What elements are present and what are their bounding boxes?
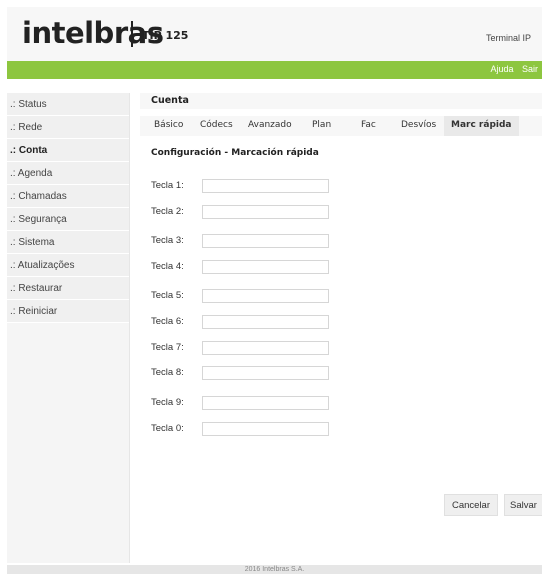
tab-marc-rapida[interactable]: Marc rápida [444,116,519,136]
key-label: Tecla 1: [151,180,184,191]
sidebar-item-label: .: Segurança [10,213,67,225]
key-label: Tecla 2: [151,206,184,217]
speed-dial-row: Tecla 0: [151,422,351,436]
sidebar-item-status[interactable]: .: Status [7,93,129,116]
sidebar-item-chamadas[interactable]: .: Chamadas [7,185,129,208]
top-links: Ajuda Sair [484,64,538,74]
speed-dial-row: Tecla 3: [151,234,351,248]
sidebar-item-label: .: Agenda [10,167,53,179]
key-4-input[interactable] [202,260,329,274]
cancel-button[interactable]: Cancelar [444,494,498,516]
sidebar-item-atualizacoes[interactable]: .: Atualizações [7,254,129,277]
section-title: Cuenta [140,93,542,109]
key-label: Tecla 9: [151,397,184,408]
key-2-input[interactable] [202,205,329,219]
sidebar-item-conta[interactable]: .: Conta [7,139,129,162]
sidebar-item-label: .: Restaurar [10,282,63,294]
key-label: Tecla 4: [151,261,184,272]
sidebar-item-agenda[interactable]: .: Agenda [7,162,129,185]
form-subtitle: Configuración - Marcación rápida [151,148,319,158]
tab-avanzado[interactable]: Avanzado [248,116,292,136]
footer: 2016 Intelbras S.A. [7,565,542,574]
product-name: TIP 125 [142,29,189,42]
key-label: Tecla 6: [151,316,184,327]
key-1-input[interactable] [202,179,329,193]
sidebar-item-label: .: Conta [10,144,48,156]
save-button[interactable]: Salvar [504,494,542,516]
logo-divider [131,21,133,47]
key-label: Tecla 5: [151,290,184,301]
speed-dial-row: Tecla 9: [151,396,351,410]
key-8-input[interactable] [202,366,329,380]
header: intelbras TIP 125 Terminal IP [7,7,542,61]
sidebar-item-restaurar[interactable]: .: Restaurar [7,277,129,300]
speed-dial-row: Tecla 2: [151,205,351,219]
speed-dial-row: Tecla 6: [151,315,351,329]
copyright-text: 2016 Intelbras S.A. [244,566,305,573]
key-9-input[interactable] [202,396,329,410]
sidebar-item-label: .: Chamadas [10,190,67,202]
tab-basico[interactable]: Básico [154,116,183,136]
exit-link[interactable]: Sair [522,64,538,74]
main-content: Cuenta Básico Códecs Avanzado Plan Fac D… [140,93,542,563]
sidebar-item-label: .: Atualizações [10,259,75,271]
sidebar: .: Status .: Rede .: Conta .: Agenda .: … [7,93,130,563]
sidebar-item-reiniciar[interactable]: .: Reiniciar [7,300,129,323]
sidebar-item-sistema[interactable]: .: Sistema [7,231,129,254]
speed-dial-row: Tecla 1: [151,179,351,193]
sidebar-item-seguranca[interactable]: .: Segurança [7,208,129,231]
key-5-input[interactable] [202,289,329,303]
key-label: Tecla 7: [151,342,184,353]
sidebar-item-rede[interactable]: .: Rede [7,116,129,139]
tab-desvios[interactable]: Desvíos [401,116,436,136]
key-3-input[interactable] [202,234,329,248]
speed-dial-row: Tecla 7: [151,341,351,355]
help-link[interactable]: Ajuda [490,64,513,74]
key-6-input[interactable] [202,315,329,329]
tab-fac[interactable]: Fac [361,116,376,136]
top-nav-bar: Ajuda Sair [7,61,542,79]
tab-plan[interactable]: Plan [312,116,331,136]
key-label: Tecla 0: [151,423,184,434]
sidebar-item-label: .: Sistema [10,236,55,248]
speed-dial-row: Tecla 5: [151,289,351,303]
speed-dial-row: Tecla 8: [151,366,351,380]
speed-dial-row: Tecla 4: [151,260,351,274]
key-0-input[interactable] [202,422,329,436]
key-label: Tecla 8: [151,367,184,378]
tab-bar: Básico Códecs Avanzado Plan Fac Desvíos … [140,116,542,136]
key-label: Tecla 3: [151,235,184,246]
tab-codecs[interactable]: Códecs [200,116,233,136]
device-label: Terminal IP [485,33,531,43]
sidebar-item-label: .: Reiniciar [10,305,58,317]
key-7-input[interactable] [202,341,329,355]
sidebar-item-label: .: Rede [10,121,43,133]
sidebar-item-label: .: Status [10,98,47,110]
